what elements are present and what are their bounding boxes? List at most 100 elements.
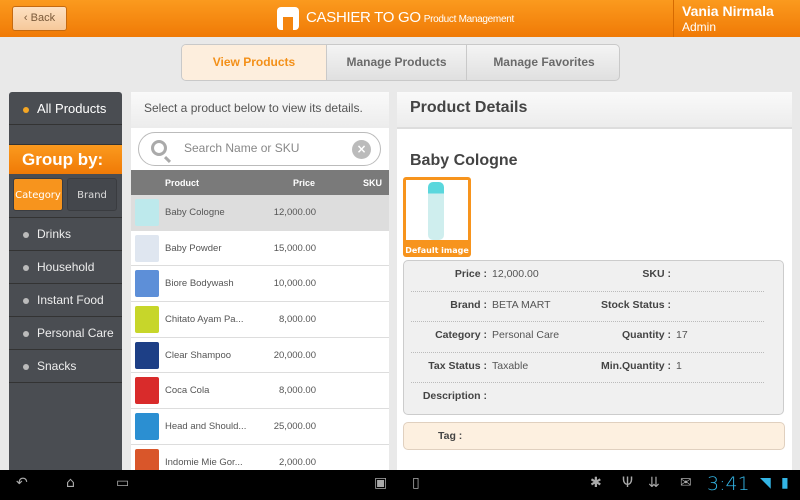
table-row[interactable]: Clear Shampoo 20,000.00 xyxy=(131,338,389,374)
image-label: Default image xyxy=(405,246,469,255)
row-price: 25,000.00 xyxy=(273,421,316,433)
category-label: Instant Food xyxy=(37,293,104,307)
detail-row: Description : xyxy=(411,383,764,414)
detail-row: Brand : BETA MART Stock Status : xyxy=(411,292,764,322)
sidebar-item-category[interactable]: Snacks xyxy=(9,350,122,383)
table-row[interactable]: Chitato Ayam Pa... 8,000.00 xyxy=(131,302,389,338)
tab-view-products[interactable]: View Products xyxy=(182,45,327,80)
search-input[interactable] xyxy=(184,141,344,155)
column-sku[interactable]: SKU xyxy=(363,178,382,188)
tab-bar: View Products Manage Products Manage Fav… xyxy=(181,44,620,81)
device-icon: ▯ xyxy=(412,475,420,491)
usb-icon: Ψ xyxy=(622,475,634,491)
product-thumbnail xyxy=(135,234,159,262)
sidebar-item-category[interactable]: Household xyxy=(9,251,122,284)
product-thumbnail xyxy=(135,270,159,298)
field-label: Brand : xyxy=(450,298,487,311)
detail-row: Price :12,000.00 SKU : xyxy=(411,261,764,292)
group-brand-button[interactable]: Brand xyxy=(67,178,117,211)
sidebar-item-category[interactable]: Instant Food xyxy=(9,284,122,317)
row-price: 2,000.00 xyxy=(279,456,316,468)
download-icon: ⇊ xyxy=(648,475,660,491)
detail-row: Tax Status : Taxable Min.Quantity :1 xyxy=(411,353,764,383)
column-product[interactable]: Product xyxy=(165,178,199,188)
bullet-icon xyxy=(23,264,29,271)
search-box: × xyxy=(138,132,381,166)
category-label: Household xyxy=(37,260,95,274)
table-row[interactable]: Head and Should... 25,000.00 xyxy=(131,409,389,445)
app-subtitle: Product Management xyxy=(423,14,515,25)
row-price: 8,000.00 xyxy=(279,314,316,326)
product-details-panel: Product Details Baby Cologne Default ima… xyxy=(397,92,792,470)
system-nav-bar: ↶ ⌂ ▭ ▣ ▯ ✱ Ψ ⇊ ✉ 3:41 ◥ ▮ xyxy=(0,470,800,500)
product-name: Baby Cologne xyxy=(410,152,518,169)
list-hint: Select a product below to view its detai… xyxy=(131,92,389,128)
sidebar-item-category[interactable]: Personal Care xyxy=(9,317,122,350)
all-products-label: All Products xyxy=(37,101,107,116)
row-product-name: Baby Powder xyxy=(165,242,222,254)
category-label: Personal Care xyxy=(37,326,114,340)
recents-nav-icon[interactable]: ▭ xyxy=(116,475,129,491)
bullet-icon xyxy=(23,297,29,304)
product-image[interactable]: Default image xyxy=(403,177,471,257)
product-thumbnail xyxy=(135,341,159,369)
bullet-icon xyxy=(23,330,29,337)
row-product-name: Clear Shampoo xyxy=(165,349,232,361)
sidebar-item-category[interactable]: Drinks xyxy=(9,218,122,251)
tag-label: Tag : xyxy=(438,430,463,442)
back-label: Back xyxy=(30,12,56,24)
row-product-name: Chitato Ayam Pa... xyxy=(165,314,244,326)
mail-icon: ✉ xyxy=(680,475,692,491)
product-thumbnail xyxy=(135,413,159,441)
table-row[interactable]: Baby Powder 15,000.00 xyxy=(131,231,389,267)
screenshot-icon: ▣ xyxy=(374,475,388,491)
app-title-text: CASHIER TO GO xyxy=(306,9,421,26)
app-header: ‹ Back CASHIER TO GO Product Management V… xyxy=(0,0,800,37)
field-label: Min.Quantity : xyxy=(601,359,671,372)
column-price[interactable]: Price xyxy=(293,178,315,188)
row-product-name: Biore Bodywash xyxy=(165,278,234,290)
user-info[interactable]: Vania Nirmala Admin xyxy=(673,0,800,37)
table-row[interactable]: Baby Cologne 12,000.00 xyxy=(131,195,389,231)
sidebar: All Products Group by: Category Brand Dr… xyxy=(9,92,122,470)
divider xyxy=(9,125,122,145)
home-nav-icon[interactable]: ⌂ xyxy=(66,475,75,491)
row-price: 8,000.00 xyxy=(279,385,316,397)
field-label: Tax Status : xyxy=(428,359,487,372)
bullet-icon xyxy=(23,106,29,113)
field-label: Stock Status : xyxy=(600,298,671,311)
table-header: Product Price SKU xyxy=(131,170,389,195)
back-nav-icon[interactable]: ↶ xyxy=(16,475,28,491)
user-name: Vania Nirmala xyxy=(682,3,774,19)
tab-manage-favorites[interactable]: Manage Favorites xyxy=(467,45,619,80)
field-label: Category : xyxy=(435,329,487,341)
app-title: CASHIER TO GO Product Management xyxy=(306,9,514,26)
field-label: Description : xyxy=(422,390,487,402)
product-thumbnail xyxy=(135,306,159,334)
row-product-name: Indomie Mie Gor... xyxy=(165,456,243,468)
bullet-icon xyxy=(23,363,29,370)
tag-field: Tag : xyxy=(403,422,785,450)
field-value: 17 xyxy=(676,329,688,341)
product-thumbnail xyxy=(135,199,159,226)
table-row[interactable]: Biore Bodywash 10,000.00 xyxy=(131,266,389,303)
field-value: 1 xyxy=(676,359,682,372)
field-label: Quantity : xyxy=(622,329,671,341)
product-list-panel: Select a product below to view its detai… xyxy=(131,92,389,481)
row-price: 15,000.00 xyxy=(273,242,316,254)
tab-manage-products[interactable]: Manage Products xyxy=(327,45,467,80)
app-logo-icon xyxy=(277,7,299,30)
android-debug-icon: ✱ xyxy=(590,475,602,491)
clear-search-icon[interactable]: × xyxy=(352,140,371,159)
table-row[interactable]: Coca Cola 8,000.00 xyxy=(131,373,389,410)
back-button[interactable]: ‹ Back xyxy=(12,6,67,31)
row-product-name: Baby Cologne xyxy=(165,207,225,218)
sidebar-item-all-products[interactable]: All Products xyxy=(9,92,122,125)
bottle-image xyxy=(428,182,444,240)
row-product-name: Coca Cola xyxy=(165,385,210,397)
details-heading: Product Details xyxy=(397,92,792,129)
bullet-icon xyxy=(23,231,29,238)
row-price: 20,000.00 xyxy=(273,349,316,361)
group-category-button[interactable]: Category xyxy=(13,178,63,211)
user-role: Admin xyxy=(682,20,717,34)
